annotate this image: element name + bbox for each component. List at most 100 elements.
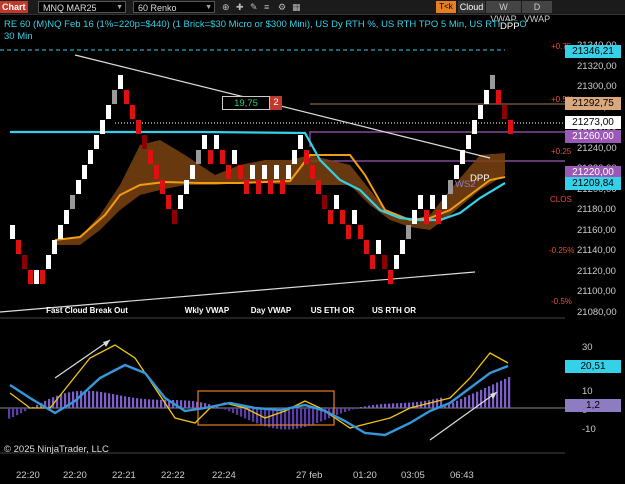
indicators-icon[interactable]: ≡ bbox=[264, 1, 269, 13]
renko-brick bbox=[310, 165, 315, 179]
instrument-label: MNQ MAR25 bbox=[43, 3, 97, 13]
histogram-bar bbox=[88, 390, 91, 408]
histogram-bar bbox=[400, 403, 403, 408]
renko-brick bbox=[322, 195, 327, 209]
renko-brick bbox=[226, 165, 231, 179]
histogram-bar bbox=[352, 408, 355, 410]
trend-arrow-up-1 bbox=[54, 339, 111, 379]
histogram-bar bbox=[108, 393, 111, 408]
instrument-selector[interactable]: MNQ MAR25 ▼ bbox=[38, 1, 126, 13]
renko-brick bbox=[256, 180, 261, 194]
us-eth-or-signal-button[interactable]: US ETH OR bbox=[305, 302, 360, 319]
renko-brick bbox=[250, 165, 255, 179]
fast-cloud-breakout-button[interactable]: Fast Cloud Break Out bbox=[2, 302, 172, 319]
histogram-bar bbox=[464, 397, 467, 408]
renko-brick bbox=[52, 240, 57, 254]
cloud-toggle-button[interactable]: Cloud bbox=[458, 1, 485, 13]
osc-tag: 1,2 bbox=[565, 399, 621, 412]
renko-brick bbox=[328, 210, 333, 224]
renko-brick bbox=[238, 165, 243, 179]
strategy-icon[interactable]: ⚙ bbox=[278, 1, 286, 13]
renko-brick bbox=[496, 90, 501, 104]
day-vwap-signal-button[interactable]: Day VWAP bbox=[241, 302, 301, 319]
zoom-icon[interactable]: ⊕ bbox=[222, 1, 230, 13]
oscillator-panel[interactable] bbox=[0, 323, 565, 458]
renko-brick bbox=[172, 210, 177, 224]
ws2-label: WS2 bbox=[455, 179, 476, 190]
histogram-bar bbox=[356, 408, 359, 409]
histogram-bar bbox=[312, 408, 315, 425]
renko-brick bbox=[136, 120, 141, 134]
renko-brick bbox=[292, 150, 297, 164]
renko-brick bbox=[208, 150, 213, 164]
histogram-bar bbox=[116, 394, 119, 408]
price-axis-label: 21300,00 bbox=[577, 81, 617, 92]
renko-brick bbox=[484, 90, 489, 104]
histogram-bar bbox=[100, 391, 103, 408]
pct-label: +0.25 bbox=[551, 147, 572, 156]
copyright-text: © 2025 NinjaTrader, LLC bbox=[4, 444, 109, 455]
renko-brick bbox=[334, 195, 339, 209]
data-box-icon[interactable]: ▦ bbox=[292, 1, 301, 13]
renko-brick bbox=[406, 225, 411, 239]
renko-brick bbox=[106, 105, 111, 119]
us-rth-or-signal-button[interactable]: US RTH OR bbox=[364, 302, 424, 319]
period-selector[interactable]: 60 Renko ▼ bbox=[133, 1, 215, 13]
price-tag: 21346,21 bbox=[565, 45, 621, 58]
histogram-bar bbox=[124, 396, 127, 408]
renko-brick bbox=[64, 210, 69, 224]
renko-brick bbox=[184, 180, 189, 194]
histogram-bar bbox=[220, 408, 223, 409]
histogram-bar bbox=[144, 399, 147, 408]
price-axis-label: 21140,00 bbox=[577, 245, 616, 256]
renko-brick bbox=[400, 240, 405, 254]
renko-brick bbox=[472, 120, 477, 134]
daily-vwap-toggle-button[interactable]: D VWAP bbox=[522, 1, 552, 24]
renko-brick bbox=[280, 180, 285, 194]
renko-brick bbox=[166, 195, 171, 209]
price-tag: 21209,84 bbox=[565, 177, 621, 190]
histogram-bar bbox=[8, 408, 11, 419]
histogram-bar bbox=[132, 397, 135, 408]
histogram-bar bbox=[392, 403, 395, 408]
histogram-bar bbox=[496, 382, 499, 408]
crosshair-icon[interactable]: ✚ bbox=[236, 1, 244, 13]
histogram-bar bbox=[456, 400, 459, 408]
renko-brick bbox=[376, 240, 381, 254]
histogram-bar bbox=[276, 408, 279, 429]
renko-brick bbox=[418, 195, 423, 209]
histogram-bar bbox=[148, 399, 151, 408]
histogram-bar bbox=[360, 407, 363, 408]
weekly-vwap-toggle-button[interactable]: W VWAP bbox=[486, 1, 521, 24]
chart-menu-button[interactable]: Chart bbox=[0, 1, 28, 13]
renko-brick bbox=[178, 195, 183, 209]
histogram-bar bbox=[96, 391, 99, 408]
renko-brick bbox=[28, 270, 33, 284]
time-axis-label: 22:22 bbox=[161, 470, 185, 481]
price-panel[interactable] bbox=[0, 15, 565, 320]
weekly-vwap-signal-button[interactable]: Wkly VWAP bbox=[177, 302, 237, 319]
histogram-bar bbox=[316, 408, 319, 424]
histogram-bar bbox=[156, 399, 159, 408]
osc-tag: 20,51 bbox=[565, 360, 621, 373]
renko-brick bbox=[430, 195, 435, 209]
chevron-down-icon: ▼ bbox=[116, 4, 123, 11]
histogram-bar bbox=[308, 408, 311, 426]
tick-counter-button[interactable]: T<k bbox=[436, 1, 456, 13]
histogram-bar bbox=[48, 398, 51, 408]
renko-brick bbox=[274, 165, 279, 179]
histogram-bar bbox=[500, 380, 503, 408]
histogram-bar bbox=[136, 398, 139, 408]
draw-tool-icon[interactable]: ✎ bbox=[250, 1, 258, 13]
renko-brick bbox=[70, 195, 75, 209]
renko-brick bbox=[220, 150, 225, 164]
renko-brick bbox=[262, 165, 267, 179]
renko-brick bbox=[124, 90, 129, 104]
histogram-bar bbox=[256, 408, 259, 424]
renko-brick bbox=[478, 105, 483, 119]
histogram-bar bbox=[160, 399, 163, 408]
price-axis-label: 21320,00 bbox=[577, 60, 617, 72]
histogram-bars bbox=[8, 377, 511, 430]
renko-brick bbox=[340, 210, 345, 224]
renko-brick bbox=[454, 165, 459, 179]
